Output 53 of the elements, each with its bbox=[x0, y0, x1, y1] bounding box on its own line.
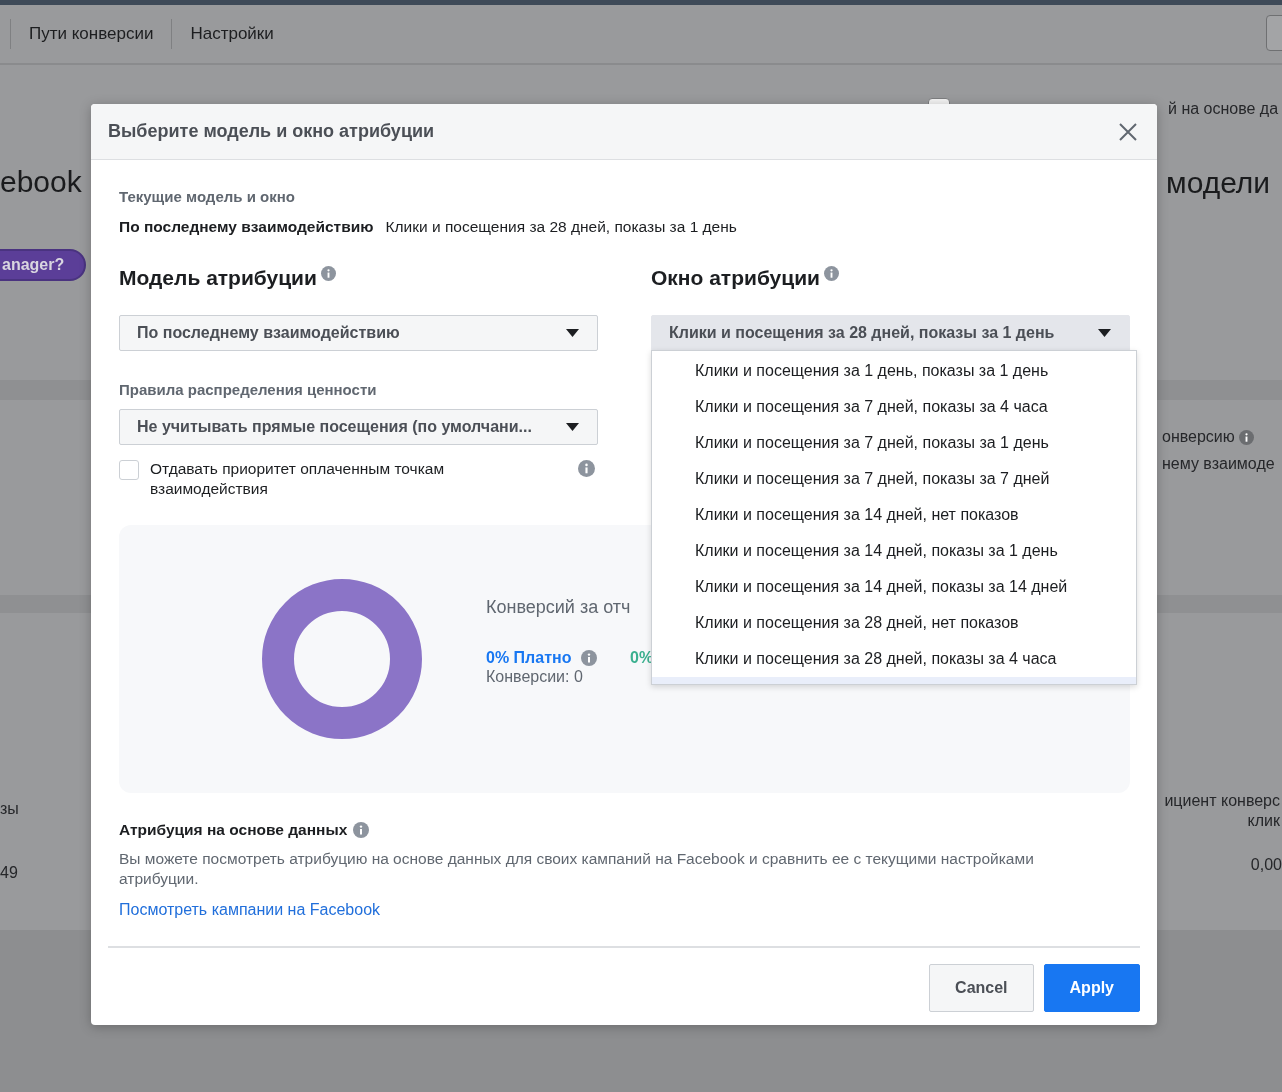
table-header: ициент конверс bbox=[1164, 791, 1280, 811]
model-select[interactable]: По последнему взаимодействию bbox=[119, 315, 598, 351]
table-header: клик bbox=[1247, 811, 1280, 831]
caret-icon bbox=[1098, 329, 1111, 337]
rules-select[interactable]: Не учитывать прямые посещения (по умолчани... bbox=[119, 409, 598, 445]
current-window: Клики и посещения за 28 дней, показы за 1 день bbox=[385, 218, 737, 236]
info-icon bbox=[578, 460, 595, 477]
legend-conversions: Конверсии: 0 bbox=[486, 667, 584, 686]
dialog-title: Выберите модель и окно атрибуции bbox=[108, 121, 435, 142]
help-pill[interactable]: anager? bbox=[0, 249, 87, 281]
dropdown-option[interactable]: Клики и посещения за 1 день, показы за 1 день bbox=[652, 353, 1136, 389]
table-cell: 0,00 bbox=[1250, 855, 1282, 875]
section-label: Текущие модель и окно bbox=[119, 188, 296, 205]
summary-title: Конверсий за отч bbox=[486, 596, 631, 618]
legend-percent: 0% Платно bbox=[486, 648, 572, 667]
window-select[interactable]: Клики и посещения за 28 дней, показы за 1 день bbox=[651, 315, 1130, 351]
dropdown-option[interactable]: Клики и посещения за 7 дней, показы за 1 день bbox=[652, 425, 1136, 461]
dropdown-option[interactable]: Клики и посещения за 14 дней, нет показов bbox=[652, 497, 1136, 533]
info-icon bbox=[1238, 429, 1254, 445]
info-icon bbox=[824, 266, 839, 281]
apply-button[interactable]: Apply bbox=[1043, 964, 1140, 1012]
dropdown-option[interactable]: Клики и посещения за 14 дней, показы за 1 день bbox=[652, 533, 1136, 569]
info-icon bbox=[581, 649, 598, 666]
page-text: нему взаимоде bbox=[1162, 455, 1275, 473]
page-heading: модели bbox=[1166, 166, 1271, 200]
cancel-button[interactable]: Cancel bbox=[929, 964, 1034, 1012]
info-icon bbox=[320, 266, 336, 281]
checkbox[interactable] bbox=[119, 460, 139, 480]
toolbar-button[interactable] bbox=[1266, 15, 1282, 51]
page-text: онверсию bbox=[1162, 428, 1235, 446]
nav-tab[interactable]: Пути конверсии bbox=[10, 19, 172, 49]
description-text: Вы можете посмотреть атрибуцию на основе данных для своих кампаний на Facebook и сравнить ее с текущими настройками атрибуции. bbox=[119, 849, 1035, 889]
table-cell: 49 bbox=[0, 864, 18, 882]
caret-icon bbox=[566, 423, 579, 431]
info-icon bbox=[353, 822, 370, 838]
dropdown-option[interactable]: Клики и посещения за 28 дней, показы за 4 часа bbox=[652, 641, 1136, 677]
section-heading: Атрибуция на основе данных bbox=[119, 821, 348, 839]
dropdown-option[interactable]: Клики и посещения за 7 дней, показы за 4 часа bbox=[652, 389, 1136, 425]
section-heading: Модель атрибуции bbox=[119, 266, 317, 290]
dropdown-option[interactable]: Клики и посещения за 7 дней, показы за 7 дней bbox=[652, 461, 1136, 497]
checkbox-label: й на основе да bbox=[1168, 100, 1279, 118]
table-header: зы bbox=[0, 800, 19, 818]
dropdown-option[interactable]: Клики и посещения за 28 дней, нет показов bbox=[652, 605, 1136, 641]
field-label: Правила распределения ценности bbox=[119, 381, 378, 398]
checkbox-label: Отдавать приоритет оплаченным точкам взаимодействия bbox=[150, 459, 446, 499]
nav-tab[interactable]: Настройки bbox=[171, 19, 292, 49]
page-heading: ebook bbox=[0, 165, 82, 199]
current-model: По последнему взаимодействию bbox=[119, 218, 374, 236]
close-button[interactable] bbox=[1117, 120, 1139, 143]
dropdown-option[interactable]: Клики и посещения за 14 дней, показы за 14 дней bbox=[652, 569, 1136, 605]
section-heading: Окно атрибуции bbox=[651, 266, 820, 290]
caret-icon bbox=[566, 329, 579, 337]
facebook-campaigns-link[interactable]: Посмотреть кампании на Facebook bbox=[119, 901, 381, 919]
